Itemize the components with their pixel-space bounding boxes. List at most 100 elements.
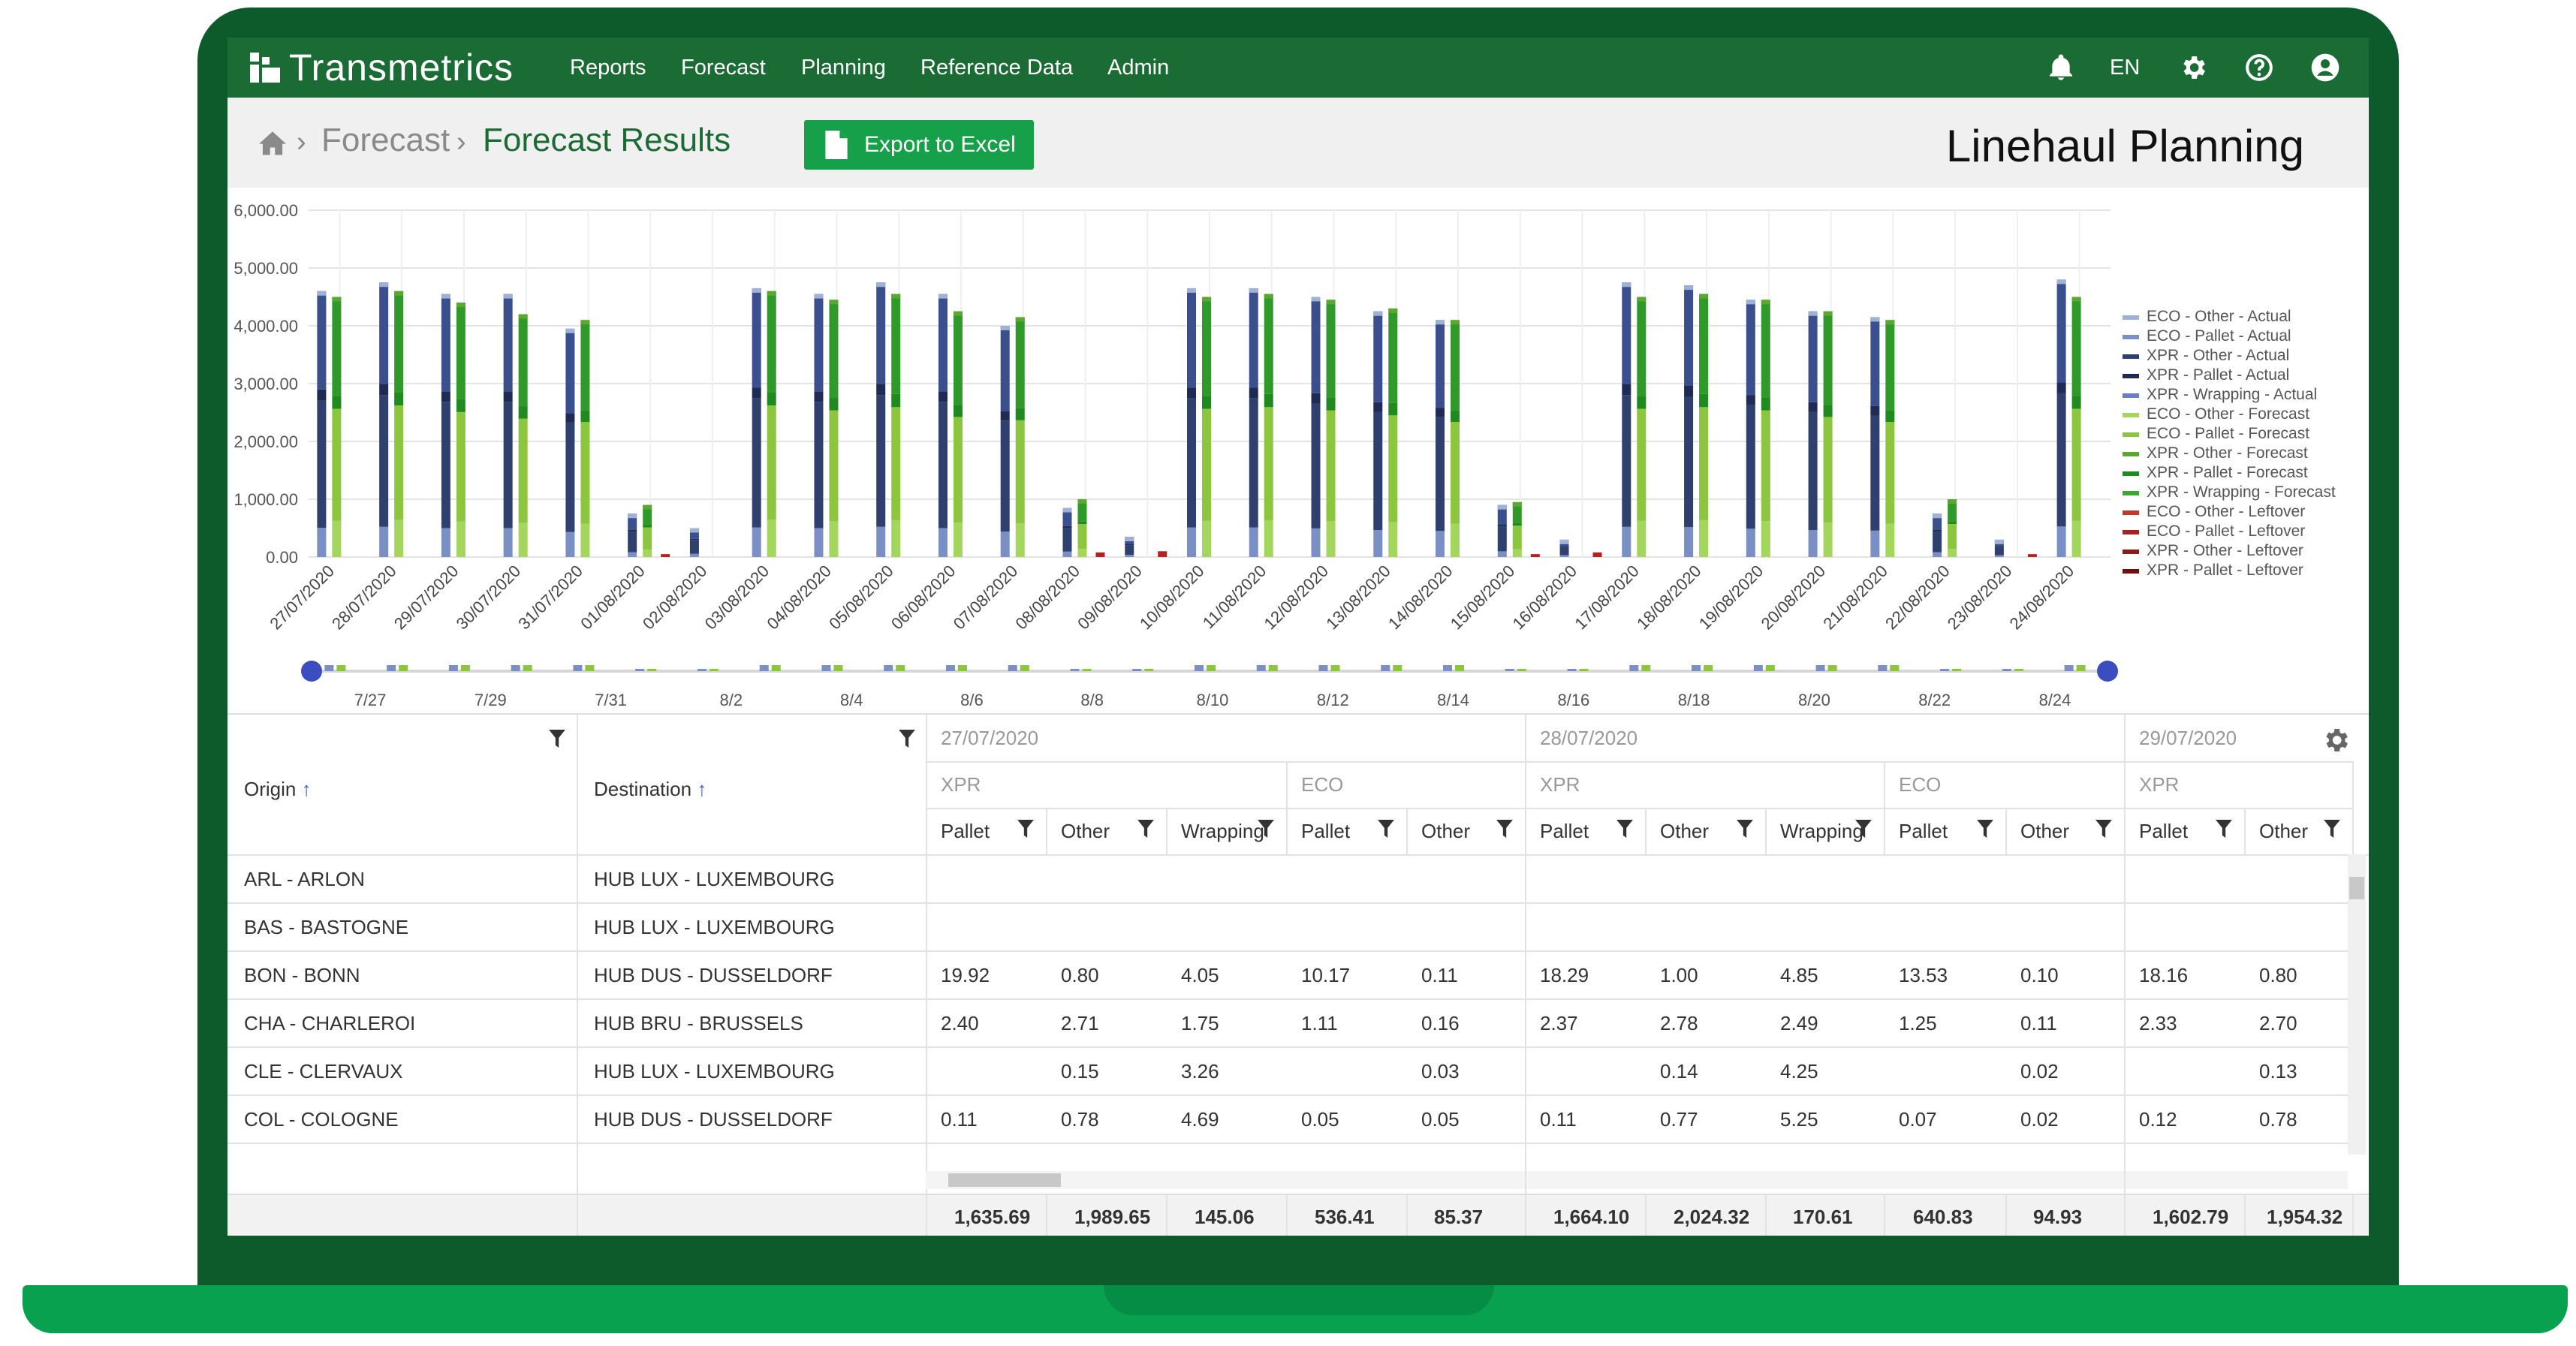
value-cell[interactable]: 4.85 [1780,964,1818,987]
column-header[interactable]: Other [2259,820,2308,843]
filter-icon[interactable] [1137,820,1154,838]
value-cell[interactable]: 4.05 [1181,964,1219,987]
column-header[interactable]: Pallet [1540,820,1589,843]
filter-icon[interactable] [1616,820,1633,838]
value-cell[interactable]: 4.69 [1181,1108,1219,1131]
horizontal-scrollbar[interactable] [926,1171,2348,1189]
value-cell[interactable]: 1.25 [1899,1012,1937,1035]
value-cell[interactable]: 1.11 [1301,1012,1338,1035]
nav-admin[interactable]: Admin [1107,51,1169,84]
brand[interactable]: Transmetrics [250,47,514,89]
column-header[interactable]: Other [1660,820,1709,843]
column-header[interactable]: Pallet [1899,820,1948,843]
destination-cell[interactable]: HUB DUS - DUSSELDORF [594,1108,833,1131]
destination-cell[interactable]: HUB LUX - LUXEMBOURG [594,1060,835,1083]
filter-icon[interactable] [1378,820,1394,838]
value-cell[interactable]: 0.03 [1421,1060,1460,1083]
value-cell[interactable]: 2.70 [2259,1012,2297,1035]
destination-cell[interactable]: HUB DUS - DUSSELDORF [594,964,833,987]
filter-icon[interactable] [1496,820,1513,838]
value-cell[interactable]: 19.92 [941,964,990,987]
value-cell[interactable]: 0.02 [2020,1060,2059,1083]
vertical-scroll-thumb[interactable] [2349,877,2364,899]
value-cell[interactable]: 4.25 [1780,1060,1818,1083]
column-settings-gear-icon[interactable] [2321,725,2351,755]
value-cell[interactable]: 0.11 [1540,1108,1577,1131]
nav-planning[interactable]: Planning [801,51,886,84]
origin-header[interactable]: Origin ↑ [244,778,312,801]
value-cell[interactable]: 0.80 [1061,964,1099,987]
value-cell[interactable]: 0.11 [2020,1012,2057,1035]
filter-icon[interactable] [549,730,565,748]
nav-reports[interactable]: Reports [570,51,646,84]
filter-icon[interactable] [1855,820,1872,838]
value-cell[interactable]: 2.37 [1540,1012,1578,1035]
value-cell[interactable]: 1.00 [1660,964,1698,987]
user-icon[interactable] [2310,53,2340,83]
value-cell[interactable]: 2.71 [1061,1012,1099,1035]
value-cell[interactable]: 0.16 [1421,1012,1460,1035]
value-cell[interactable]: 3.26 [1181,1060,1219,1083]
bell-icon[interactable] [2046,53,2076,83]
origin-cell[interactable]: BAS - BASTOGNE [244,916,408,939]
nav-reference-data[interactable]: Reference Data [920,51,1073,84]
column-header[interactable]: Pallet [1301,820,1350,843]
value-cell[interactable]: 0.15 [1061,1060,1099,1083]
value-cell[interactable]: 2.78 [1660,1012,1698,1035]
gear-icon[interactable] [2178,53,2208,83]
value-cell[interactable]: 5.25 [1780,1108,1818,1131]
origin-cell[interactable]: CHA - CHARLEROI [244,1012,415,1035]
horizontal-scroll-thumb[interactable] [948,1173,1061,1187]
language-selector[interactable]: EN [2110,51,2140,84]
value-cell[interactable]: 0.05 [1421,1108,1460,1131]
column-header[interactable]: Wrapping [1181,820,1264,843]
origin-cell[interactable]: COL - COLOGNE [244,1108,399,1131]
value-cell[interactable]: 0.02 [2020,1108,2059,1131]
column-header[interactable]: Pallet [941,820,990,843]
home-icon[interactable] [258,129,288,156]
nav-forecast[interactable]: Forecast [681,51,766,84]
destination-cell[interactable]: HUB LUX - LUXEMBOURG [594,916,835,939]
column-header[interactable]: Other [1061,820,1110,843]
filter-icon[interactable] [1017,820,1034,838]
column-header[interactable]: Other [1421,820,1470,843]
filter-icon[interactable] [2095,820,2112,838]
filter-icon[interactable] [1977,820,1993,838]
value-cell[interactable]: 2.40 [941,1012,979,1035]
navigator-right-handle[interactable] [2097,661,2118,682]
destination-header[interactable]: Destination ↑ [594,778,707,801]
value-cell[interactable]: 0.78 [1061,1108,1099,1131]
column-header[interactable]: Other [2020,820,2069,843]
origin-cell[interactable]: BON - BONN [244,964,360,987]
filter-icon[interactable] [2216,820,2232,838]
filter-icon[interactable] [1737,820,1753,838]
value-cell[interactable]: 2.33 [2139,1012,2177,1035]
filter-icon[interactable] [2324,820,2340,838]
value-cell[interactable]: 0.12 [2139,1108,2177,1131]
origin-cell[interactable]: CLE - CLERVAUX [244,1060,402,1083]
value-cell[interactable]: 10.17 [1301,964,1350,987]
column-header[interactable]: Pallet [2139,820,2188,843]
value-cell[interactable]: 13.53 [1899,964,1948,987]
value-cell[interactable]: 18.16 [2139,964,2188,987]
destination-cell[interactable]: HUB BRU - BRUSSELS [594,1012,803,1035]
value-cell[interactable]: 0.14 [1660,1060,1698,1083]
value-cell[interactable]: 2.49 [1780,1012,1818,1035]
value-cell[interactable]: 0.11 [1421,964,1458,987]
value-cell[interactable]: 0.05 [1301,1108,1339,1131]
value-cell[interactable]: 0.78 [2259,1108,2297,1131]
filter-icon[interactable] [899,730,915,748]
value-cell[interactable]: 0.07 [1899,1108,1937,1131]
value-cell[interactable]: 0.80 [2259,964,2297,987]
value-cell[interactable]: 1.75 [1181,1012,1219,1035]
column-header[interactable]: Wrapping [1780,820,1863,843]
vertical-scrollbar[interactable] [2348,854,2366,1155]
value-cell[interactable]: 0.10 [2020,964,2059,987]
value-cell[interactable]: 0.11 [941,1108,978,1131]
origin-cell[interactable]: ARL - ARLON [244,868,365,891]
destination-cell[interactable]: HUB LUX - LUXEMBOURG [594,868,835,891]
navigator-left-handle[interactable] [301,661,322,682]
breadcrumb-forecast[interactable]: Forecast [321,122,450,159]
value-cell[interactable]: 18.29 [1540,964,1589,987]
filter-icon[interactable] [1258,820,1274,838]
